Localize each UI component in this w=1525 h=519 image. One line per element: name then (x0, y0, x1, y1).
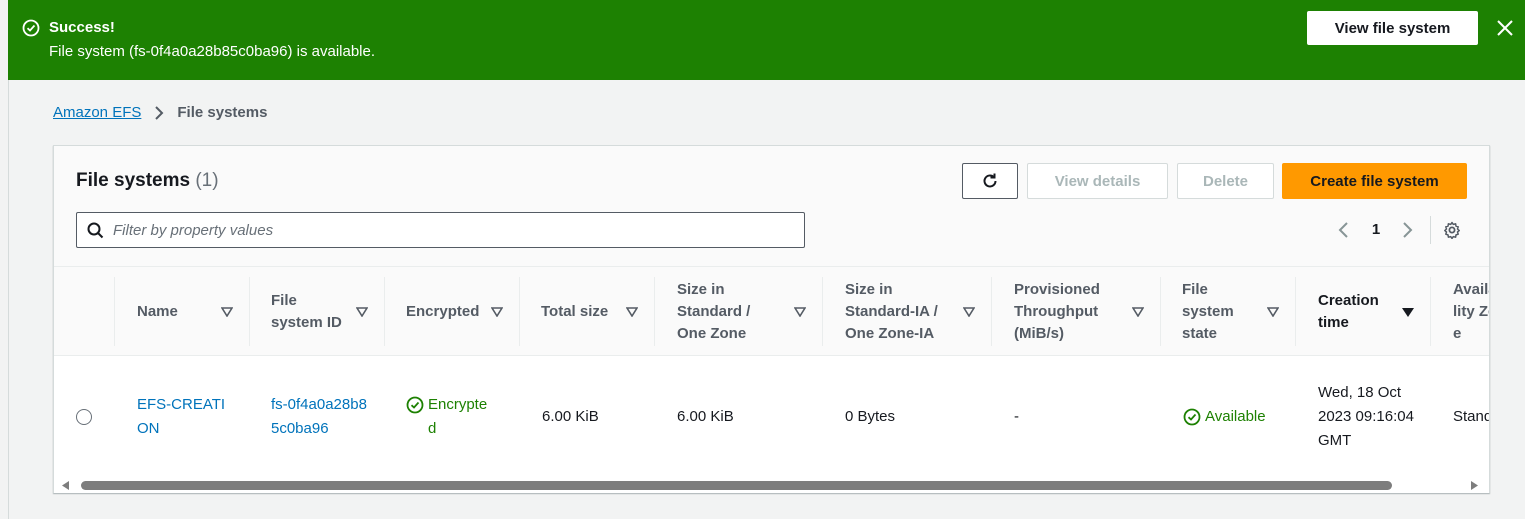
panel-title-text: File systems (76, 170, 191, 191)
refresh-icon (983, 173, 997, 188)
cell-file-system-id: fs-0f4a0a28b85c0ba96 (271, 356, 371, 477)
view-file-system-button[interactable]: View file system (1307, 11, 1478, 45)
cell-availability-zone: Standard (1453, 407, 1489, 425)
sort-icon (794, 306, 806, 317)
check-circle-icon (406, 396, 424, 413)
scroll-right-icon[interactable] (1470, 481, 1478, 490)
column-header-availability-zone[interactable]: Availability Zone (1430, 267, 1489, 356)
view-details-button[interactable]: View details (1027, 163, 1168, 199)
previous-page-icon[interactable] (1337, 220, 1351, 240)
cell-throughput: - (1014, 407, 1019, 425)
refresh-button[interactable] (962, 163, 1018, 199)
gear-icon[interactable] (1443, 221, 1461, 239)
column-header-size-ia[interactable]: Size in Standard-IA / One Zone-IA (822, 267, 991, 356)
available-status: Available (1183, 405, 1266, 429)
column-header-size-standard[interactable]: Size in Standard / One Zone (654, 267, 822, 356)
column-header-throughput[interactable]: Provisioned Throughput (MiB/s) (991, 267, 1160, 356)
row-select-radio[interactable] (76, 409, 92, 425)
table-header: Name File system ID Encrypted Total size (54, 267, 1489, 356)
chevron-right-icon (155, 105, 164, 120)
sort-icon (626, 306, 638, 317)
scrollbar-thumb[interactable] (81, 481, 1392, 490)
cell-name: EFS-CREATION (137, 356, 227, 477)
file-systems-panel: File systems (1) View details Delete Cre… (53, 145, 1490, 493)
file-system-id-link[interactable]: fs-0f4a0a28b85c0ba96 (271, 393, 371, 441)
panel-count: (1) (195, 170, 219, 191)
page-number[interactable]: 1 (1370, 221, 1382, 241)
create-file-system-button[interactable]: Create file system (1282, 163, 1467, 199)
sort-icon (1267, 306, 1279, 317)
cell-size-standard: 6.00 KiB (677, 407, 734, 425)
column-header-name[interactable]: Name (114, 267, 249, 356)
check-circle-icon (1183, 408, 1201, 425)
flash-title: Success! (49, 19, 115, 36)
sort-descending-icon (1402, 307, 1414, 317)
scroll-left-icon[interactable] (62, 481, 70, 490)
close-icon[interactable] (1495, 18, 1515, 38)
filter-box (76, 212, 805, 248)
success-flashbar: Success! File system (fs-0f4a0a28b85c0ba… (8, 0, 1525, 80)
sort-icon (221, 306, 233, 317)
table-row: EFS-CREATION fs-0f4a0a28b85c0ba96 Encryp… (54, 356, 1489, 477)
check-circle-icon (22, 19, 40, 37)
next-page-icon[interactable] (1400, 220, 1414, 240)
breadcrumb-amazon-efs[interactable]: Amazon EFS (53, 104, 141, 121)
horizontal-scrollbar[interactable] (54, 477, 1489, 493)
panel-title: File systems (1) (76, 170, 219, 192)
breadcrumb: Amazon EFS File systems (53, 104, 267, 121)
panel-header: File systems (1) View details Delete Cre… (54, 146, 1489, 267)
cell-state: Available (1183, 356, 1293, 477)
sort-icon (356, 306, 368, 317)
column-header-encrypted[interactable]: Encrypted (384, 267, 519, 356)
column-header-creation-time[interactable]: Creation time (1295, 267, 1430, 356)
column-header-total-size[interactable]: Total size (519, 267, 654, 356)
file-system-name-link[interactable]: EFS-CREATION (137, 393, 227, 441)
cell-total-size: 6.00 KiB (542, 407, 599, 425)
encrypted-status: Encrypted (406, 393, 494, 441)
delete-button[interactable]: Delete (1177, 163, 1274, 199)
breadcrumb-current: File systems (177, 104, 268, 121)
cell-size-ia: 0 Bytes (845, 407, 896, 425)
sort-icon (963, 306, 975, 317)
column-header-file-system-id[interactable]: File system ID (249, 267, 384, 356)
file-systems-table: Name File system ID Encrypted Total size (54, 267, 1489, 477)
cell-encrypted: Encrypted (406, 356, 511, 477)
column-header-state[interactable]: File system state (1160, 267, 1295, 356)
filter-input[interactable] (113, 219, 793, 241)
flash-message: File system (fs-0f4a0a28b85c0ba96) is av… (49, 43, 376, 60)
sort-icon (491, 306, 503, 317)
search-icon (87, 222, 104, 239)
sort-icon (1132, 306, 1144, 317)
cell-creation-time: Wed, 18 Oct 2023 09:16:04 GMT (1318, 383, 1414, 449)
pager-divider (1430, 216, 1431, 244)
